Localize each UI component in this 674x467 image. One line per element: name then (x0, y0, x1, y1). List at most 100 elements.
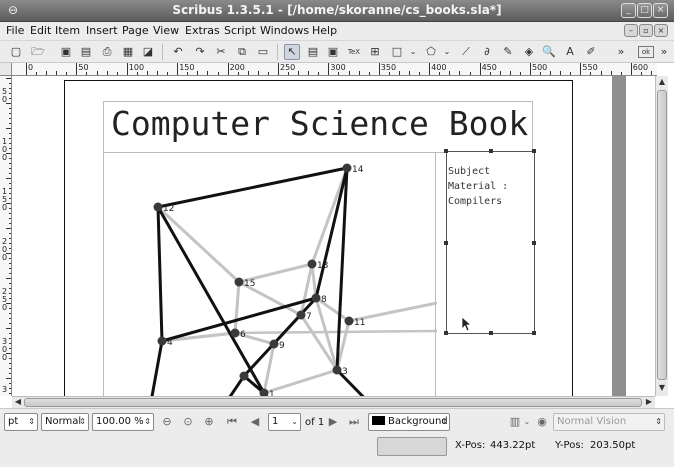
menu-extras[interactable]: Extras (185, 24, 220, 37)
polygon-dropdown-icon[interactable]: ⌄ (439, 44, 455, 60)
menu-bar: File Edit Item Insert Page View Extras S… (0, 22, 674, 41)
menu-insert[interactable]: Insert (86, 24, 118, 37)
zoom-icon[interactable]: 🔍 (541, 44, 557, 60)
menu-view[interactable]: View (153, 24, 179, 37)
paste-icon[interactable]: ▭ (255, 44, 271, 60)
redo-icon[interactable]: ↷ (192, 44, 208, 60)
main-toolbar: ▢ 🗁 ▣ ▤ ⎙ ▦ ◪ ↶ ↷ ✂ ⧉ ▭ ↖ ▤ ▣ TeX ⊞ □ ⌄ … (0, 41, 674, 63)
horizontal-scroll-thumb[interactable] (24, 398, 642, 407)
vertical-scroll-thumb[interactable] (657, 90, 667, 380)
close-document-icon[interactable]: ▤ (78, 44, 94, 60)
layer-select[interactable]: Background ⇕ (368, 413, 450, 431)
resize-handle[interactable] (532, 149, 536, 153)
table-icon[interactable]: ⊞ (367, 44, 383, 60)
chevron-down-icon[interactable]: ⌄ (520, 415, 534, 429)
save-icon[interactable]: ▣ (58, 44, 74, 60)
shape-dropdown-icon[interactable]: ⌄ (405, 44, 421, 60)
resize-handle[interactable] (444, 149, 448, 153)
zoom-out-icon[interactable]: ⊖ (160, 415, 174, 429)
menu-page[interactable]: Page (122, 24, 149, 37)
preflight-icon[interactable]: ▦ (120, 44, 136, 60)
subject-text-frame[interactable]: Subject Material : Compilers (444, 149, 536, 335)
preview-eye-icon[interactable]: ◉ (535, 415, 549, 429)
menu-windows[interactable]: Windows (260, 24, 309, 37)
freehand-icon[interactable]: ✎ (500, 44, 516, 60)
scroll-up-arrow-icon[interactable]: ▲ (657, 77, 667, 87)
scroll-left-arrow-icon[interactable]: ◀ (13, 397, 23, 407)
last-page-icon[interactable]: ⏭ (347, 415, 361, 429)
polygon-icon[interactable]: ⬠ (423, 44, 439, 60)
bezier-icon[interactable]: ∂ (479, 44, 495, 60)
resize-handle[interactable] (444, 331, 448, 335)
ruler-label: 150 (179, 63, 195, 72)
ruler-tick (187, 72, 189, 75)
page-number-select[interactable]: 1 ⌄ (268, 413, 301, 431)
render-frame-icon[interactable]: TeX (346, 44, 362, 60)
horizontal-scrollbar[interactable]: ◀ ▶ (12, 396, 655, 408)
export-pdf-icon[interactable]: ◪ (140, 44, 156, 60)
print-icon[interactable]: ⎙ (99, 44, 115, 60)
ruler-tick (439, 72, 441, 75)
image-frame-icon[interactable]: ▣ (325, 44, 341, 60)
next-page-icon[interactable]: ▶ (326, 415, 340, 429)
resize-handle[interactable] (489, 331, 493, 335)
maximize-button[interactable]: □ (637, 3, 652, 18)
shape-icon[interactable]: □ (389, 44, 405, 60)
resize-handle[interactable] (532, 331, 536, 335)
ruler-tick (298, 71, 300, 75)
close-button[interactable]: × (653, 3, 668, 18)
doc-restore-button[interactable]: ▫ (639, 24, 653, 37)
menu-item[interactable]: Item (55, 24, 80, 37)
ruler-tick (217, 72, 219, 75)
text-frame-icon[interactable]: ▤ (305, 44, 321, 60)
line-icon[interactable]: ⟋ (458, 44, 474, 60)
edit-contents-icon[interactable]: A (562, 44, 578, 60)
ruler-tick (9, 218, 11, 219)
doc-close-button[interactable]: × (654, 24, 668, 37)
document-canvas[interactable]: Computer Science Book 14 12 15 13 8 7 11 6 9 4 3 1 … (12, 76, 655, 396)
previous-page-icon[interactable]: ◀ (248, 415, 262, 429)
toolbar-overflow-icon-2[interactable]: » (656, 44, 672, 60)
first-page-icon[interactable]: ⏮ (225, 415, 239, 429)
ruler-tick (6, 378, 11, 379)
undo-icon[interactable]: ↶ (170, 44, 186, 60)
mode-value: Normal (45, 416, 82, 427)
minimize-button[interactable]: _ (621, 3, 636, 18)
scroll-down-arrow-icon[interactable]: ▼ (657, 383, 667, 393)
menu-file[interactable]: File (6, 24, 24, 37)
graph-node-label: 6 (240, 330, 246, 340)
doc-minimize-button[interactable]: – (624, 24, 638, 37)
title-text: Computer Science Book (111, 104, 529, 143)
document-page[interactable]: Computer Science Book 14 12 15 13 8 7 11 6 9 4 3 1 … (64, 80, 573, 396)
copy-icon[interactable]: ⧉ (234, 44, 250, 60)
graph-edge (157, 166, 348, 209)
resize-handle[interactable] (532, 241, 536, 245)
zoom-actual-icon[interactable]: ⊙ (181, 415, 195, 429)
ruler-tick (479, 63, 481, 75)
new-document-icon[interactable]: ▢ (8, 44, 24, 60)
vertical-scrollbar[interactable]: ▲ ▼ (655, 76, 668, 396)
cut-icon[interactable]: ✂ (213, 44, 229, 60)
pdf-tools-icon[interactable]: ok (638, 46, 654, 58)
resize-handle[interactable] (489, 149, 493, 153)
resize-handle[interactable] (444, 241, 448, 245)
ruler-tick (9, 98, 11, 99)
image-frame[interactable]: 14 12 15 13 8 7 11 6 9 4 3 1 (103, 153, 437, 396)
select-item-icon[interactable]: ↖ (284, 44, 300, 60)
scroll-right-arrow-icon[interactable]: ▶ (644, 397, 654, 407)
zoom-input[interactable]: 100.00 % ⇕ (92, 413, 154, 431)
menu-help[interactable]: Help (312, 24, 337, 37)
ruler-tick (499, 71, 501, 75)
ruler-tick (36, 72, 38, 75)
unit-select[interactable]: pt ⇕ (4, 413, 38, 431)
toolbar-overflow-icon[interactable]: » (613, 44, 629, 60)
edit-text-icon[interactable]: ✐ (583, 44, 599, 60)
zoom-in-icon[interactable]: ⊕ (202, 415, 216, 429)
image-mode-select[interactable]: Normal ⇕ (41, 413, 89, 431)
vision-select[interactable]: Normal Vision ⇕ (553, 413, 665, 431)
menu-edit[interactable]: Edit (30, 24, 51, 37)
title-text-frame[interactable]: Computer Science Book (103, 101, 533, 153)
menu-script[interactable]: Script (224, 24, 256, 37)
rotate-icon[interactable]: ◈ (521, 44, 537, 60)
open-document-icon[interactable]: 🗁 (30, 44, 46, 60)
